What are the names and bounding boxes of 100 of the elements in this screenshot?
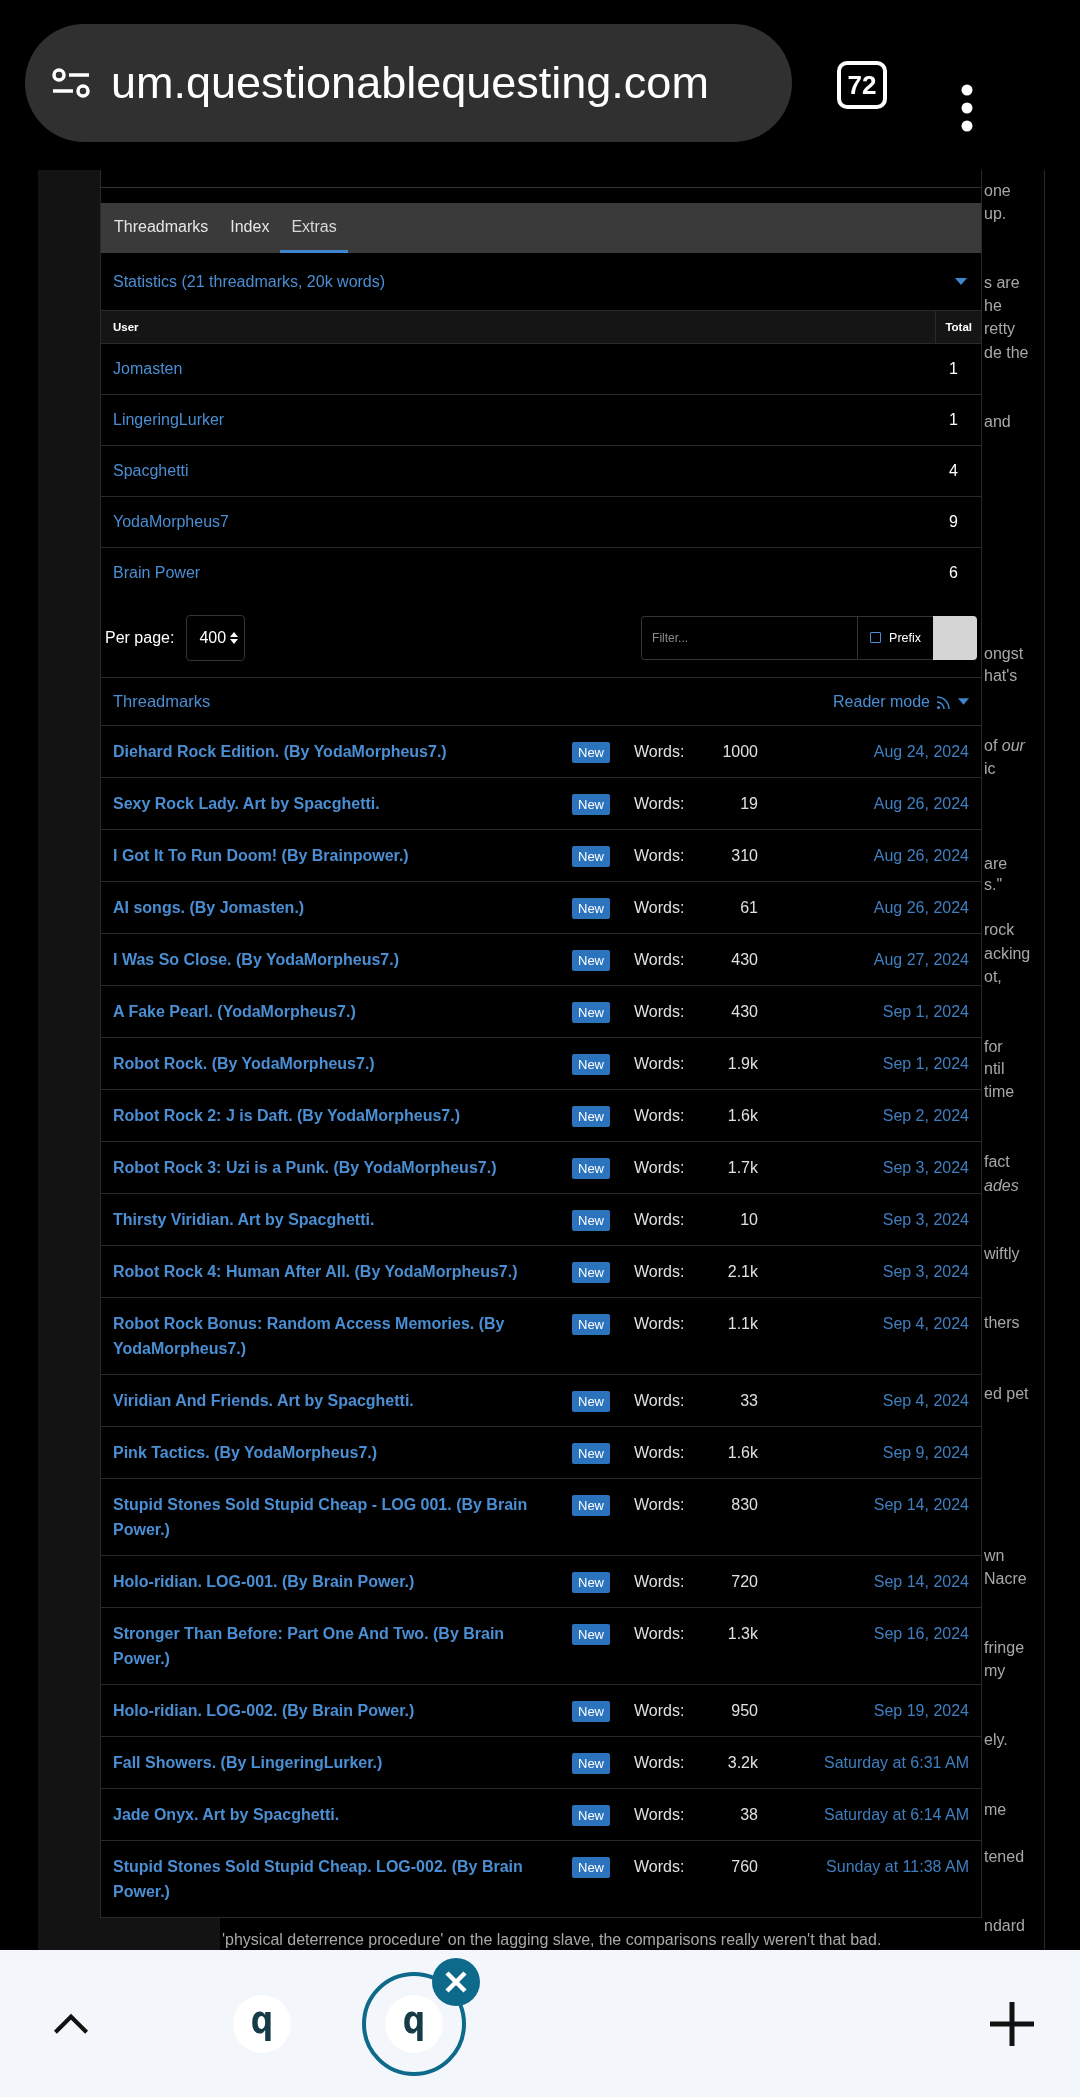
new-badge: New	[572, 794, 610, 816]
threadmark-link[interactable]: I Got It To Run Doom! (By Brainpower.)	[113, 843, 572, 868]
date-link[interactable]: Saturday at 6:31 AM	[758, 1750, 969, 1775]
threadmark-link[interactable]: Sexy Rock Lady. Art by Spacghetti.	[113, 791, 572, 816]
date-link[interactable]: Sep 14, 2024	[758, 1492, 969, 1517]
address-bar[interactable]: um.questionablequesting.com	[25, 24, 792, 142]
threadmark-link[interactable]: Holo-ridian. LOG-001. (By Brain Power.)	[113, 1569, 572, 1594]
date-link[interactable]: Sep 14, 2024	[758, 1569, 969, 1594]
word-count: 19	[739, 794, 758, 814]
text-fragment: for	[984, 1037, 1003, 1057]
threadmark-link[interactable]: Stronger Than Before: Part One And Two. (By Brain Power.)	[113, 1621, 572, 1671]
text-fragment: rock	[984, 920, 1015, 940]
date-link[interactable]: Sep 3, 2024	[758, 1259, 969, 1284]
menu-icon[interactable]	[961, 84, 973, 132]
words-label: Words:	[634, 1262, 686, 1282]
table-cell: 4	[949, 462, 958, 480]
threadmark-link[interactable]: Pink Tactics. (By YodaMorpheus7.)	[113, 1440, 572, 1465]
date-link[interactable]: Aug 26, 2024	[758, 843, 969, 868]
threadmark-link[interactable]: Holo-ridian. LOG-002. (By Brain Power.)	[113, 1698, 572, 1723]
threadmark-link[interactable]: Stupid Stones Sold Stupid Cheap - LOG 001. (By Brain Power.)	[113, 1492, 572, 1542]
user-link[interactable]: Brain Power	[113, 564, 201, 582]
text-fragment: ades	[984, 1176, 1019, 1196]
tab[interactable]: Index	[219, 203, 281, 253]
date-link[interactable]: Sunday at 11:38 AM	[758, 1854, 969, 1879]
words-label: Words:	[634, 794, 686, 814]
text-fragment: ely.	[984, 1730, 1008, 1750]
text-fragment: time	[984, 1082, 1015, 1102]
words-label: Words:	[634, 742, 686, 762]
user-link[interactable]: YodaMorpheus7	[113, 513, 229, 531]
per-page-select[interactable]: 400	[186, 614, 246, 661]
word-count: 1.6k	[726, 1106, 758, 1126]
close-icon[interactable]	[432, 1957, 480, 2006]
threadmark-link[interactable]: Robot Rock 2: J is Daft. (By YodaMorpheus7.)	[113, 1103, 572, 1128]
date-link[interactable]: Sep 4, 2024	[758, 1388, 969, 1413]
word-count: 38	[739, 1805, 758, 1825]
threadmark-link[interactable]: Robot Rock 4: Human After All. (By YodaMorpheus7.)	[113, 1259, 572, 1284]
date-link[interactable]: Sep 19, 2024	[758, 1698, 969, 1723]
word-count: 1.7k	[726, 1158, 758, 1178]
date-link[interactable]: Sep 4, 2024	[758, 1311, 969, 1336]
date-link[interactable]: Sep 9, 2024	[758, 1440, 969, 1465]
date-link[interactable]: Sep 2, 2024	[758, 1103, 969, 1128]
threadmark-link[interactable]: Stupid Stones Sold Stupid Cheap. LOG-002. (By Brain Power.)	[113, 1854, 572, 1904]
words-label: Words:	[634, 1495, 686, 1515]
text-fragment: he	[984, 296, 1002, 316]
date-link[interactable]: Sep 1, 2024	[758, 1051, 969, 1076]
filter-submit-button[interactable]	[933, 615, 977, 660]
caret-icon[interactable]	[955, 278, 967, 285]
filter-field[interactable]: Filter...	[641, 615, 858, 660]
tab[interactable]: Threadmarks	[103, 203, 220, 253]
date-link[interactable]: Sep 3, 2024	[758, 1207, 969, 1232]
tab-thumbnail[interactable]: q	[210, 1971, 314, 2076]
date-link[interactable]: Sep 16, 2024	[758, 1621, 969, 1646]
text-fragment: ongst	[984, 644, 1024, 664]
user-link[interactable]: Spacghetti	[113, 462, 189, 480]
date-link[interactable]: Sep 3, 2024	[758, 1155, 969, 1180]
text-fragment: acking	[984, 944, 1031, 964]
text-fragment: up.	[984, 204, 1007, 224]
site-settings-icon[interactable]	[51, 68, 91, 98]
words-label: Words:	[634, 846, 686, 866]
threadmark-link[interactable]: I Was So Close. (By YodaMorpheus7.)	[113, 947, 572, 972]
word-count: 1.9k	[726, 1054, 758, 1074]
column-header: User	[112, 320, 140, 335]
user-link[interactable]: Jomasten	[113, 360, 183, 378]
threadmark-link[interactable]: AI songs. (By Jomasten.)	[113, 895, 572, 920]
date-link[interactable]: Saturday at 6:14 AM	[758, 1802, 969, 1827]
words-label: Words:	[634, 1701, 686, 1721]
user-link[interactable]: LingeringLurker	[113, 411, 225, 429]
date-link[interactable]: Aug 27, 2024	[758, 947, 969, 972]
new-badge: New	[572, 1158, 610, 1180]
threadmark-link[interactable]: Viridian And Friends. Art by Spacghetti.	[113, 1388, 572, 1413]
new-badge: New	[572, 950, 610, 972]
threadmark-link[interactable]: Robot Rock Bonus: Random Access Memories. (By YodaMorpheus7.)	[113, 1311, 572, 1361]
threadmark-link[interactable]: Fall Showers. (By LingeringLurker.)	[113, 1750, 572, 1775]
words-label: Words:	[634, 1210, 686, 1230]
text-fragment: retty	[984, 319, 1016, 339]
new-badge: New	[572, 1753, 610, 1775]
rss-icon	[936, 693, 952, 710]
threadmark-link[interactable]: A Fake Pearl. (YodaMorpheus7.)	[113, 999, 572, 1024]
tab-count-button[interactable]: 72	[837, 61, 887, 109]
words-label: Words:	[634, 1443, 686, 1463]
new-badge: New	[572, 1210, 610, 1232]
text-fragment: wiftly	[984, 1244, 1020, 1264]
date-link[interactable]: Sep 1, 2024	[758, 999, 969, 1024]
text-fragment: my	[984, 1661, 1006, 1681]
threadmark-link[interactable]: Thirsty Viridian. Art by Spacghetti.	[113, 1207, 572, 1232]
word-count: 430	[730, 950, 758, 970]
chevron-up-icon[interactable]	[52, 2012, 90, 2035]
tab[interactable]: Extras	[280, 203, 348, 253]
new-badge: New	[572, 1624, 610, 1646]
statistics-toggle[interactable]: Statistics (21 threadmarks, 20k words)	[113, 272, 386, 291]
url-text: um.questionablequesting.com	[111, 57, 709, 109]
date-link[interactable]: Aug 24, 2024	[758, 739, 969, 764]
date-link[interactable]: Aug 26, 2024	[758, 895, 969, 920]
threadmark-link[interactable]: Diehard Rock Edition. (By YodaMorpheus7.)	[113, 739, 572, 764]
date-link[interactable]: Aug 26, 2024	[758, 791, 969, 816]
plus-icon[interactable]	[990, 2001, 1034, 2046]
reader-mode-link[interactable]: Reader mode	[833, 692, 969, 711]
threadmark-link[interactable]: Robot Rock 3: Uzi is a Punk. (By YodaMorpheus7.)	[113, 1155, 572, 1180]
threadmark-link[interactable]: Jade Onyx. Art by Spacghetti.	[113, 1802, 572, 1827]
threadmark-link[interactable]: Robot Rock. (By YodaMorpheus7.)	[113, 1051, 572, 1076]
